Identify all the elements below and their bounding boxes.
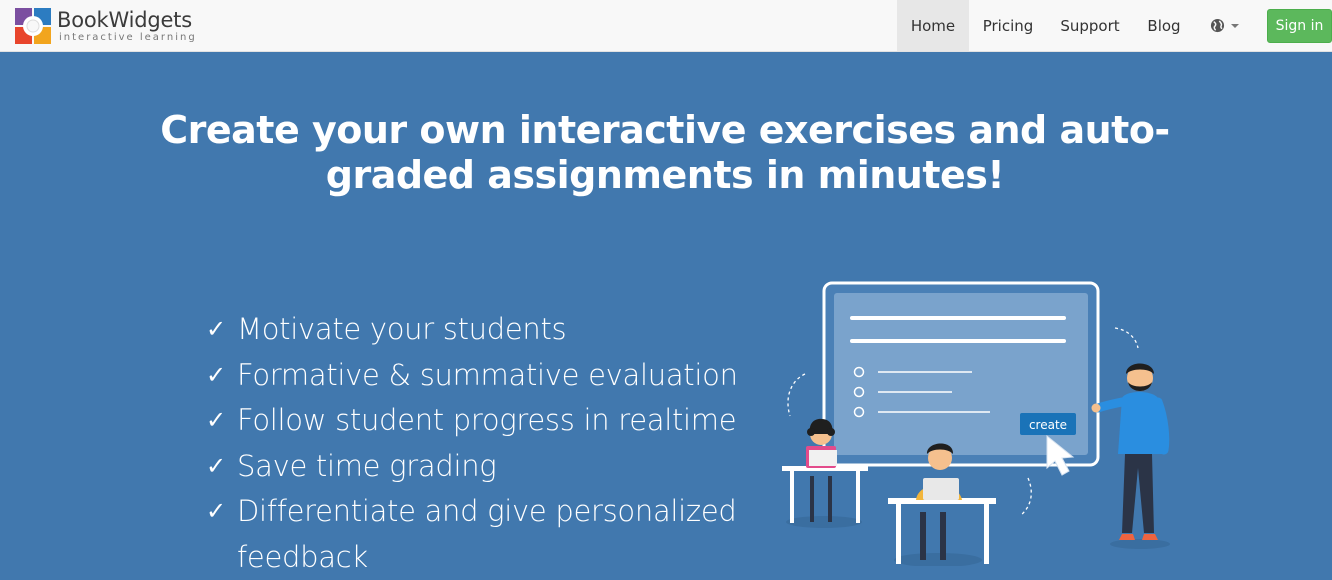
top-navbar: BookWidgets interactive learning Home Pr… <box>0 0 1332 52</box>
nav-pricing[interactable]: Pricing <box>971 0 1045 51</box>
list-item: ✓ Motivate your students <box>206 307 766 353</box>
list-item: ✓ Follow student progress in realtime <box>206 398 766 444</box>
list-item: ✓ Save time grading <box>206 444 766 490</box>
language-dropdown[interactable] <box>1196 0 1252 51</box>
classroom-illustration: create <box>782 281 1170 566</box>
create-label: create <box>1029 418 1067 432</box>
feature-list: ✓ Motivate your students ✓ Formative & sum… <box>206 307 766 580</box>
brand-tagline: interactive learning <box>59 32 197 43</box>
list-item: ✓ Formative & summative evaluation <box>206 353 766 399</box>
nav-blog[interactable]: Blog <box>1136 0 1192 51</box>
list-item: ✓ Differentiate and give personalized fee… <box>206 489 766 580</box>
checkmark-icon: ✓ <box>206 451 226 480</box>
brand-logo[interactable]: BookWidgets interactive learning <box>14 6 214 46</box>
signin-button[interactable]: Sign in <box>1267 9 1332 43</box>
teacher <box>1091 363 1170 549</box>
checkmark-icon: ✓ <box>206 497 226 525</box>
hero-title: Create your own interactive exercises an… <box>160 108 1170 197</box>
checkmark-icon: ✓ <box>206 315 226 343</box>
checkmark-icon: ✓ <box>206 406 226 434</box>
nav-support[interactable]: Support <box>1047 0 1133 51</box>
logo-puzzle-icon <box>15 8 51 44</box>
nav-home[interactable]: Home <box>897 0 969 51</box>
checkmark-icon: ✓ <box>206 360 226 389</box>
brand-name: BookWidgets <box>57 8 192 32</box>
globe-icon <box>1210 18 1224 33</box>
chevron-down-icon <box>1230 23 1239 28</box>
